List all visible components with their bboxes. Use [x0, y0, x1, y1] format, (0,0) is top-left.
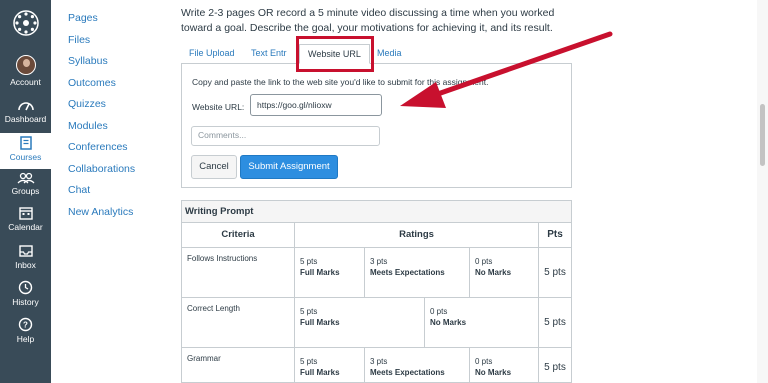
history-icon — [18, 280, 33, 295]
rubric-rating: 5 pts Full Marks — [295, 298, 425, 348]
groups-icon — [17, 172, 34, 184]
nav-account-label: Account — [10, 77, 41, 87]
course-nav-conferences[interactable]: Conferences — [68, 140, 135, 162]
global-nav: Account Dashboard Courses Groups Calenda… — [0, 0, 51, 383]
website-url-label: Website URL: — [192, 102, 245, 112]
course-nav-new-analytics[interactable]: New Analytics — [68, 205, 135, 227]
nav-inbox-label: Inbox — [15, 260, 36, 270]
rubric-header-pts: Pts — [539, 223, 571, 248]
submit-assignment-button[interactable]: Submit Assignment — [240, 155, 338, 179]
rating-description: Full Marks — [300, 368, 340, 377]
rubric-header-criteria: Criteria — [182, 223, 295, 248]
nav-groups[interactable]: Groups — [0, 172, 51, 202]
inbox-icon — [18, 245, 33, 257]
website-url-input[interactable]: https://goo.gl/nlioxw — [250, 94, 382, 116]
nav-history-label: History — [12, 297, 39, 307]
tab-text-entry[interactable]: Text Entr — [251, 44, 289, 64]
rating-description: Meets Expectations — [370, 368, 445, 377]
course-nav-outcomes[interactable]: Outcomes — [68, 76, 135, 98]
dashboard-icon — [17, 102, 34, 111]
rubric-table: Writing Prompt Criteria Ratings Pts Foll… — [181, 200, 572, 383]
nav-dashboard-label: Dashboard — [4, 114, 47, 124]
rubric-rating: 5 pts Full Marks — [295, 248, 365, 298]
rating-points: 3 pts — [370, 257, 388, 266]
rating-points: 5 pts — [300, 307, 318, 316]
course-nav-syllabus[interactable]: Syllabus — [68, 54, 135, 76]
course-nav-pages[interactable]: Pages — [68, 11, 135, 33]
website-url-panel: Copy and paste the link to the web site … — [181, 63, 572, 188]
submission-instructions: Copy and paste the link to the web site … — [192, 77, 489, 87]
cancel-button[interactable]: Cancel — [191, 155, 237, 179]
rating-description: No Marks — [430, 318, 467, 327]
nav-inbox[interactable]: Inbox — [0, 244, 51, 276]
course-nav-chat[interactable]: Chat — [68, 183, 135, 205]
course-nav-collaborations[interactable]: Collaborations — [68, 162, 135, 184]
rubric-criterion: Correct Length — [182, 298, 295, 348]
nav-courses[interactable]: Courses — [0, 133, 51, 169]
rating-description: No Marks — [475, 268, 512, 277]
courses-icon — [19, 136, 32, 150]
rating-points: 0 pts — [475, 257, 493, 266]
rating-description: Full Marks — [300, 318, 340, 327]
rating-points: 0 pts — [430, 307, 448, 316]
tab-media[interactable]: Media — [377, 44, 402, 64]
nav-calendar[interactable]: Calendar — [0, 206, 51, 238]
course-nav-files[interactable]: Files — [68, 33, 135, 55]
rubric-criterion: Follows Instructions — [182, 248, 295, 298]
assignment-description: Write 2-3 pages OR record a 5 minute vid… — [181, 7, 555, 34]
rating-description: Full Marks — [300, 268, 340, 277]
nav-help-label: Help — [16, 334, 35, 344]
nav-groups-label: Groups — [11, 186, 40, 196]
rating-points: 3 pts — [370, 357, 388, 366]
rubric-title: Writing Prompt — [182, 201, 571, 223]
scrollbar-thumb[interactable] — [760, 104, 765, 166]
nav-history[interactable]: History — [0, 280, 51, 312]
rubric-criterion: Grammar — [182, 348, 295, 383]
rubric-points: 5 pts — [539, 248, 571, 298]
rubric-rating: 5 pts Full Marks — [295, 348, 365, 383]
nav-courses-label: Courses — [9, 152, 42, 162]
course-nav-quizzes[interactable]: Quizzes — [68, 97, 135, 119]
page-scrollbar[interactable] — [757, 0, 768, 383]
rating-description: Meets Expectations — [370, 268, 445, 277]
course-nav: Pages Files Syllabus Outcomes Quizzes Mo… — [68, 11, 135, 226]
rating-points: 5 pts — [300, 257, 318, 266]
rubric-header-ratings: Ratings — [295, 223, 539, 248]
tab-website-url[interactable]: Website URL — [299, 44, 370, 64]
rubric-points: 5 pts — [539, 348, 571, 383]
rubric-rating: 0 pts No Marks — [425, 298, 539, 348]
rubric-rating: 3 pts Meets Expectations — [365, 248, 470, 298]
calendar-icon — [18, 207, 33, 220]
rating-description: No Marks — [475, 368, 512, 377]
rating-points: 5 pts — [300, 357, 318, 366]
help-icon: ? — [18, 317, 33, 332]
rubric-points: 5 pts — [539, 298, 571, 348]
nav-account[interactable]: Account — [0, 55, 51, 91]
rubric-rating: 0 pts No Marks — [470, 348, 539, 383]
nav-help[interactable]: ? Help — [0, 317, 51, 349]
avatar — [15, 55, 36, 75]
svg-text:?: ? — [23, 321, 28, 330]
rubric-rating: 3 pts Meets Expectations — [365, 348, 470, 383]
tab-file-upload[interactable]: File Upload — [189, 44, 235, 64]
canvas-logo-icon[interactable] — [12, 9, 40, 37]
submission-tabs: File Upload Text Entr Website URL Media — [181, 44, 441, 64]
nav-dashboard[interactable]: Dashboard — [0, 98, 51, 130]
comments-field[interactable]: Comments... — [191, 126, 380, 146]
course-nav-modules[interactable]: Modules — [68, 119, 135, 141]
rubric-rating: 0 pts No Marks — [470, 248, 539, 298]
rating-points: 0 pts — [475, 357, 493, 366]
nav-calendar-label: Calendar — [8, 222, 43, 232]
